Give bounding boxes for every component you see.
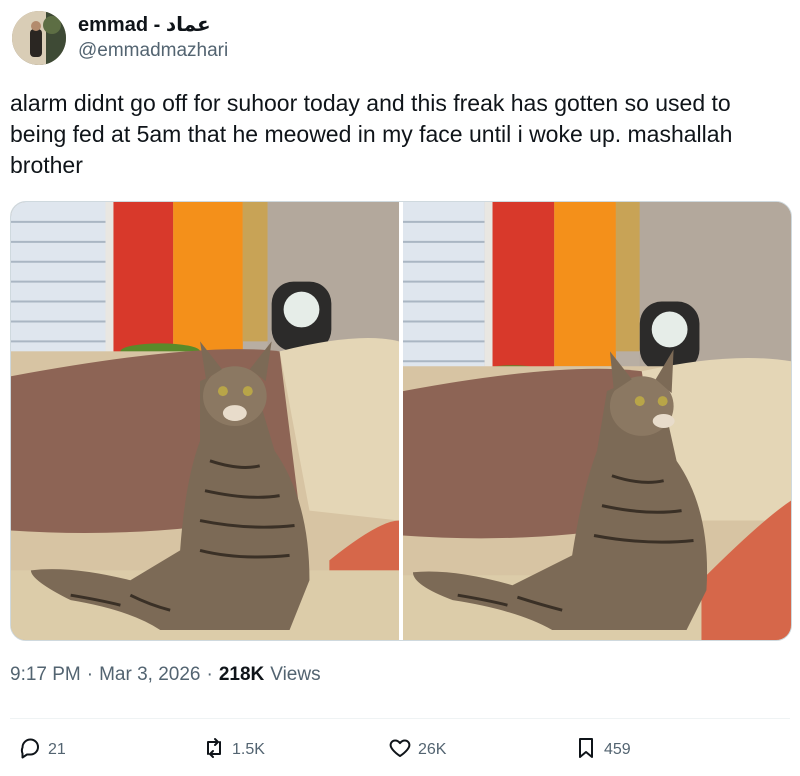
media-gallery <box>10 201 792 641</box>
retweet-button[interactable]: 1.5K <box>202 734 265 766</box>
photo-1[interactable] <box>11 202 399 640</box>
tweet-meta: 9:17 PM · Mar 3, 2026 · 218K Views <box>10 664 321 686</box>
like-button[interactable]: 26K <box>388 734 446 766</box>
retweet-count: 1.5K <box>232 741 265 758</box>
tweet-text: alarm didnt go off for suhoor today and … <box>10 90 733 178</box>
retweet-icon <box>202 736 226 765</box>
views-count: 218K <box>218 664 265 685</box>
meta-separator: · <box>86 664 94 685</box>
handle[interactable]: @emmadmazhari <box>78 39 228 63</box>
display-name[interactable]: emmad - عماد <box>78 13 228 37</box>
tweet-time[interactable]: 9:17 PM <box>10 664 81 686</box>
bookmark-icon <box>574 736 598 765</box>
tweet-header: emmad - عماد @emmadmazhari <box>12 10 228 66</box>
like-icon <box>388 736 412 765</box>
bookmark-button[interactable]: 459 <box>574 734 631 766</box>
bookmark-count: 459 <box>604 741 631 758</box>
views-label: Views <box>270 664 321 685</box>
reply-button[interactable]: 21 <box>18 734 66 766</box>
like-count: 26K <box>418 741 447 758</box>
meta-separator: · <box>206 664 213 685</box>
tweet-date[interactable]: Mar 3, 2026 <box>99 664 200 686</box>
reply-count: 21 <box>48 741 66 758</box>
reply-icon <box>18 736 42 765</box>
divider <box>10 718 790 719</box>
avatar[interactable] <box>12 11 66 65</box>
action-bar: 21 1.5K 26K 459 <box>10 734 790 766</box>
photo-2[interactable] <box>403 202 791 640</box>
